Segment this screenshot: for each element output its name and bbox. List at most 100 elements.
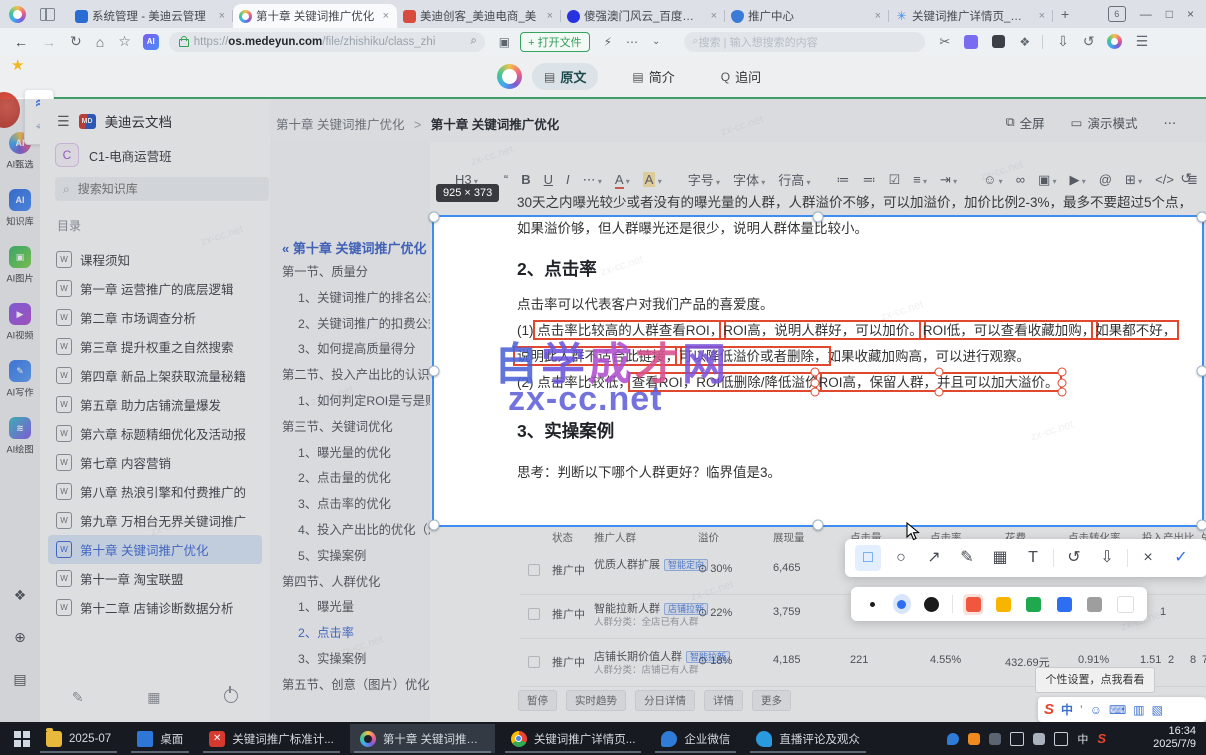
browser-tab[interactable]: 推广中心 × <box>725 4 889 28</box>
color-swatch-#2e6ef2[interactable] <box>1055 594 1074 615</box>
orange-app-icon[interactable] <box>968 732 981 745</box>
selection-handle-w[interactable] <box>428 365 440 377</box>
color-swatch-#f1573f[interactable] <box>963 593 983 615</box>
selection-handle-s[interactable] <box>812 519 824 531</box>
taskbar-clock[interactable]: 16:34 2025/7/9 <box>1153 725 1196 751</box>
browser-tab[interactable]: 美迪创客_美迪电商_美 × <box>397 4 561 28</box>
taskbar-item[interactable]: 2025-07 <box>36 724 121 753</box>
download-capture-icon[interactable]: ⇩ <box>1094 545 1120 571</box>
taskbar-item[interactable]: 关键词推广详情页... <box>501 724 646 753</box>
keyboard-icon[interactable]: ⌨ <box>1109 703 1126 717</box>
tab-count-badge[interactable]: 6 <box>1107 6 1126 22</box>
color-swatch-#f7b500[interactable] <box>994 594 1013 615</box>
capture-toolbar-separator <box>1127 549 1128 567</box>
download-icon[interactable]: ⇩ <box>1057 33 1069 50</box>
open-file-button[interactable]: + 打开文件 <box>520 31 590 52</box>
stroke-size-15[interactable] <box>922 594 941 614</box>
mic-icon[interactable] <box>1010 731 1025 746</box>
extension-dark-icon[interactable] <box>992 35 1006 48</box>
quick-search-box[interactable]: ⌕ 搜索 | 输入想搜索的内容 <box>684 31 926 52</box>
selection-handle-ne[interactable] <box>1196 211 1206 223</box>
selection-handle-n[interactable] <box>812 211 824 223</box>
toolbox-icon[interactable]: ▧ <box>1152 703 1163 717</box>
color-swatch-#1fa94e[interactable] <box>1024 594 1043 615</box>
tab-close-icon[interactable]: × <box>873 10 883 22</box>
display-icon[interactable] <box>1033 732 1046 745</box>
snapshot-icon[interactable]: ▣ <box>499 35 510 49</box>
browser-tab[interactable]: 第十章 关键词推广优化 × <box>233 4 397 28</box>
pen-tool-icon[interactable]: ✎ <box>954 545 980 571</box>
tray-lang-indicator[interactable]: 中 <box>1077 731 1088 747</box>
history-icon[interactable]: ↺ <box>1083 33 1095 50</box>
doc-favicon <box>75 9 88 23</box>
close-button[interactable]: × <box>1187 7 1194 21</box>
taskbar-item[interactable]: 直播评论及观众 <box>746 724 870 753</box>
bookmark-star-icon[interactable]: ★ <box>11 56 24 74</box>
capture-selection[interactable] <box>428 211 1206 531</box>
stroke-size-9[interactable] <box>892 594 911 614</box>
browser-tab[interactable]: 傻强澳门风云_百度搜索 × <box>561 4 725 28</box>
scissors-icon[interactable]: ✂ <box>939 34 950 50</box>
home-icon[interactable]: ⌂ <box>96 34 104 50</box>
selection-handle-e[interactable] <box>1196 365 1206 377</box>
skin-icon[interactable]: ▥ <box>1133 703 1144 717</box>
color-swatch-#9e9e9e[interactable] <box>1085 594 1104 615</box>
punctuation-icon[interactable]: ’ <box>1080 703 1083 717</box>
shield-app-icon[interactable] <box>989 732 1002 745</box>
selection-handle-sw[interactable] <box>428 519 440 531</box>
collapse-icon[interactable]: ⌄ <box>652 36 660 47</box>
tab-close-icon[interactable]: × <box>1037 10 1047 22</box>
address-bar[interactable]: https://os.medeyun.com/file/zhishiku/cla… <box>168 31 485 52</box>
forward-icon[interactable]: → <box>42 34 56 50</box>
mosaic-tool-icon[interactable]: ▦ <box>987 545 1013 571</box>
browser-tab[interactable]: ✳ 关键词推广详情页_万相 × <box>889 4 1053 28</box>
maximize-button[interactable]: □ <box>1166 7 1173 21</box>
tab-close-icon[interactable]: × <box>381 10 391 22</box>
window-layout-icon[interactable] <box>40 7 55 21</box>
volume-icon[interactable] <box>1054 731 1069 746</box>
ellipse-tool-icon[interactable]: ○ <box>888 545 914 571</box>
search-in-page-icon[interactable]: ⌕ <box>470 35 476 48</box>
mode-tab-追问[interactable]: Q 追问 <box>709 63 773 90</box>
more-tools-icon[interactable]: ⋯ <box>626 35 638 49</box>
tab-close-icon[interactable]: × <box>709 10 719 22</box>
start-button[interactable] <box>14 730 30 747</box>
quick-search-text: 搜索 | 输入想搜索的内容 <box>698 36 818 49</box>
rect-tool-icon[interactable]: □ <box>855 545 881 571</box>
extension-purple-icon[interactable] <box>964 34 979 49</box>
puzzle-icon[interactable]: ❖ <box>1019 35 1030 49</box>
selection-handle-nw[interactable] <box>428 211 440 223</box>
menu-icon[interactable]: ☰ <box>1136 33 1149 50</box>
emoji-icon[interactable]: ☺ <box>1090 703 1102 717</box>
color-swatch-#ffffff[interactable] <box>1116 594 1135 615</box>
mode-tab-简介[interactable]: ▤ 简介 <box>620 63 686 90</box>
lightning-icon[interactable]: ⚡ <box>604 35 612 49</box>
browser-ball-icon[interactable] <box>1106 34 1122 49</box>
taskbar-item[interactable]: 桌面 <box>127 724 193 753</box>
selection-handle-se[interactable] <box>1196 519 1206 531</box>
stroke-size-5[interactable] <box>863 594 882 614</box>
ime-lang-toggle[interactable]: 中 <box>1061 701 1073 718</box>
bookmark-icon[interactable]: ☆ <box>118 33 131 50</box>
tab-close-icon[interactable]: × <box>217 10 227 22</box>
taskbar-item[interactable]: 企业微信 <box>651 724 740 753</box>
taskbar-item[interactable]: ✕ 关键词推广标准计... <box>199 724 344 753</box>
cancel-capture-icon[interactable]: × <box>1135 545 1161 571</box>
ai-assistant-icon[interactable]: AI <box>142 33 159 50</box>
arrow-tool-icon[interactable]: ↗ <box>921 545 947 571</box>
mode-tab-原文[interactable]: ▤ 原文 <box>532 63 599 90</box>
tray-sogou-icon[interactable]: S <box>1097 731 1106 746</box>
taskbar-item[interactable]: 第十章 关键词推广... <box>349 724 495 753</box>
sogou-logo-icon[interactable]: S <box>1044 701 1054 718</box>
new-tab-button[interactable]: + <box>1061 6 1069 22</box>
undo-annotation-icon[interactable]: ↺ <box>1061 545 1087 571</box>
back-icon[interactable]: ← <box>14 34 28 50</box>
minimize-button[interactable]: — <box>1140 7 1152 21</box>
browser-tab[interactable]: 系统管理 - 美迪云管理 × <box>69 4 233 28</box>
wecom-tray-icon[interactable] <box>947 732 960 745</box>
text-tool-icon[interactable]: T <box>1020 545 1046 571</box>
tab-close-icon[interactable]: × <box>545 10 555 22</box>
screen: 系统管理 - 美迪云管理 × 第十章 关键词推广优化 × 美迪创客_美迪电商_美 × 傻强澳… <box>0 0 1206 755</box>
reload-icon[interactable]: ↻ <box>70 33 82 50</box>
confirm-capture-icon[interactable]: ✓ <box>1168 545 1194 571</box>
